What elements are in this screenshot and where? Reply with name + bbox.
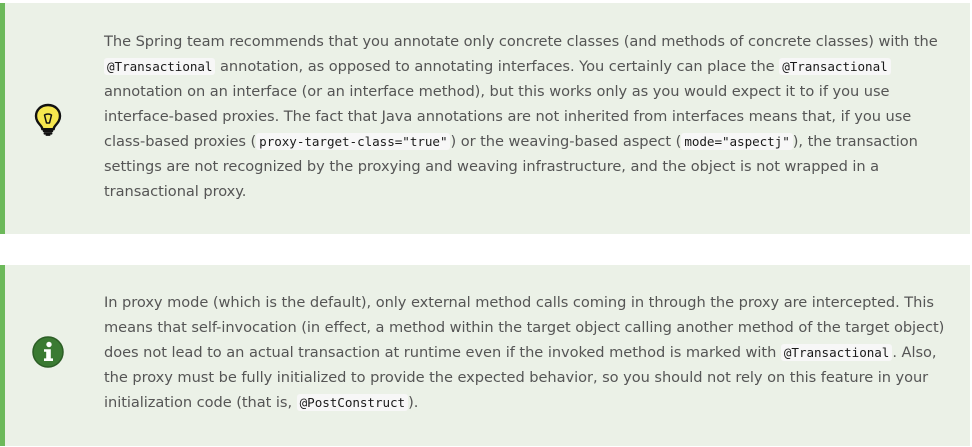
note-admonition: In proxy mode (which is the default), on…	[0, 265, 970, 446]
note-paragraph: In proxy mode (which is the default), on…	[104, 290, 950, 415]
lightbulb-icon-graphic	[34, 103, 62, 136]
inline-code: @Transactional	[104, 58, 216, 75]
inline-code: mode="aspectj"	[681, 133, 793, 150]
lightbulb-icon	[31, 102, 65, 136]
note-content: In proxy mode (which is the default), on…	[104, 290, 950, 415]
tip-admonition: The Spring team recommends that you anno…	[0, 3, 970, 234]
tip-text: ) or the weaving-based aspect (	[450, 133, 682, 150]
tip-text: annotation, as opposed to annotating int…	[215, 58, 780, 75]
inline-code: proxy-target-class="true"	[256, 133, 451, 150]
info-icon-graphic	[32, 336, 64, 368]
info-icon	[31, 335, 65, 369]
tip-content: The Spring team recommends that you anno…	[104, 29, 950, 204]
tip-paragraph: The Spring team recommends that you anno…	[104, 29, 950, 204]
tip-text: The Spring team recommends that you anno…	[104, 33, 938, 50]
inline-code: @Transactional	[779, 58, 891, 75]
note-text: ).	[408, 394, 419, 411]
inline-code: @PostConstruct	[296, 394, 409, 411]
inline-code: @Transactional	[780, 344, 893, 361]
